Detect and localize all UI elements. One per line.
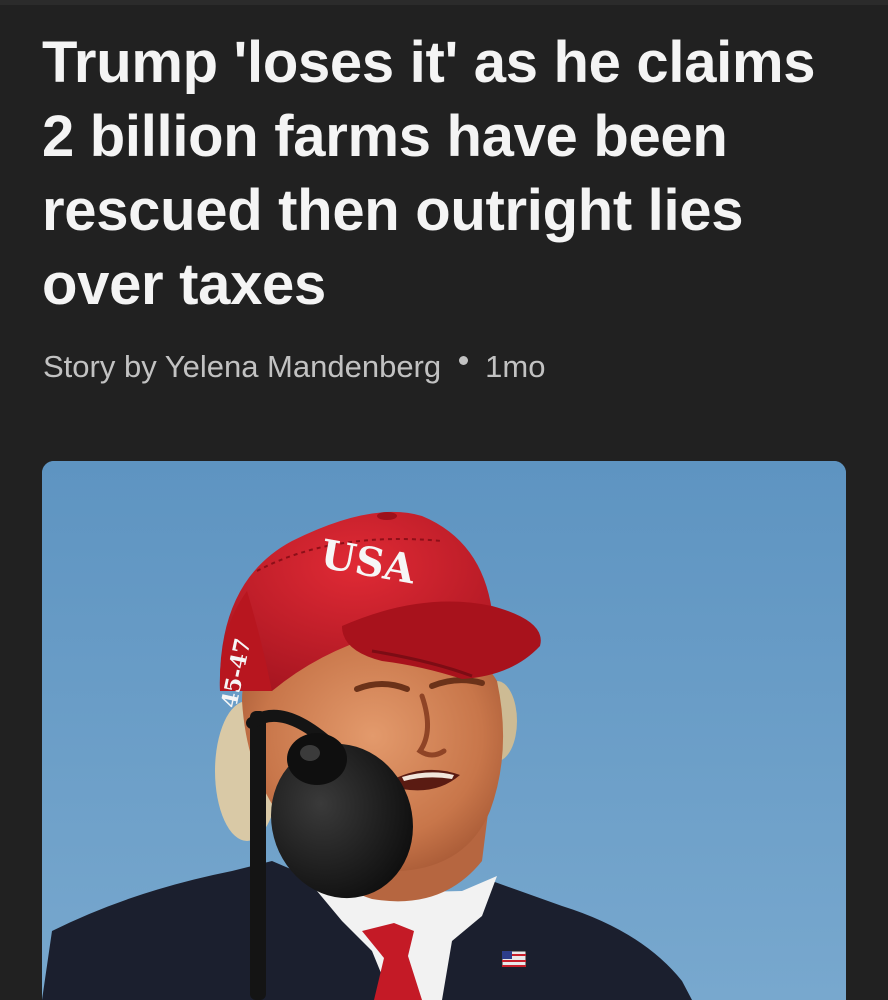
article-headline: Trump 'loses it' as he claims 2 billion … xyxy=(42,30,816,317)
byline-author[interactable]: Story by Yelena Mandenberg xyxy=(43,349,441,385)
hero-image[interactable]: USA 45-47 xyxy=(42,461,846,1000)
status-bar-strip xyxy=(0,0,888,5)
article-byline: Story by Yelena Mandenberg 1mo xyxy=(43,344,545,390)
hero-photo-illustration: USA 45-47 xyxy=(42,461,846,1000)
article-page: Trump 'loses it' as he claims 2 billion … xyxy=(0,0,888,1000)
flag-pin-icon xyxy=(501,950,527,968)
byline-age: 1mo xyxy=(485,349,546,384)
separator-dot-icon xyxy=(459,355,469,365)
